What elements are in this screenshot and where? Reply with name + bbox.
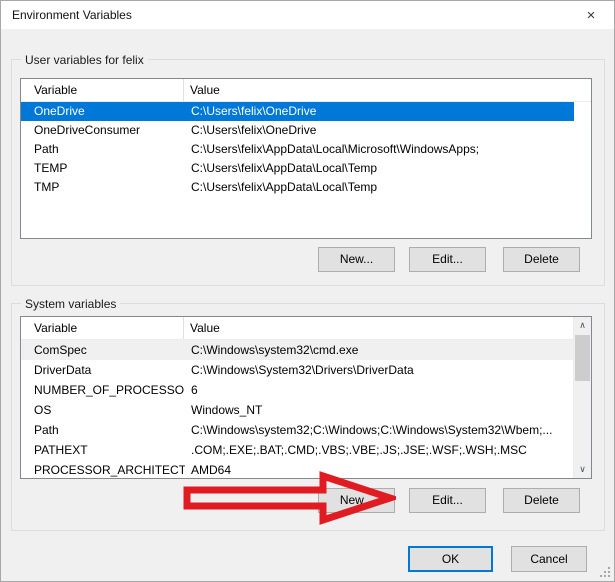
system-row-number-of-processors[interactable]: NUMBER_OF_PROCESSORS 6	[21, 380, 574, 400]
user-column-header-value[interactable]: Value	[184, 79, 591, 101]
close-icon: ×	[587, 8, 596, 23]
window-title: Environment Variables	[12, 8, 132, 22]
system-row-path[interactable]: Path C:\Windows\system32;C:\Windows;C:\W…	[21, 420, 574, 440]
close-button[interactable]: ×	[572, 1, 610, 29]
system-list-header: Variable Value	[21, 317, 591, 340]
system-row-comspec[interactable]: ComSpec C:\Windows\system32\cmd.exe	[21, 340, 574, 360]
system-row-processor-architecture[interactable]: PROCESSOR_ARCHITECTURE AMD64	[21, 460, 574, 479]
cancel-button[interactable]: Cancel	[511, 546, 587, 572]
user-row-tmp[interactable]: TMP C:\Users\felix\AppData\Local\Temp	[21, 178, 574, 197]
system-edit-button[interactable]: Edit...	[409, 488, 486, 513]
environment-variables-dialog: Environment Variables × User variables f…	[0, 0, 615, 582]
user-row-onedriveconsumer[interactable]: OneDriveConsumer C:\Users\felix\OneDrive	[21, 121, 574, 140]
user-column-header-variable[interactable]: Variable	[21, 79, 184, 101]
system-column-header-value[interactable]: Value	[184, 317, 591, 339]
system-new-button[interactable]: New...	[318, 488, 395, 513]
system-row-os[interactable]: OS Windows_NT	[21, 400, 574, 420]
titlebar: Environment Variables ×	[1, 1, 614, 29]
user-row-temp[interactable]: TEMP C:\Users\felix\AppData\Local\Temp	[21, 159, 574, 178]
system-list-scrollbar[interactable]: ∧ ∨	[573, 317, 591, 478]
ok-button[interactable]: OK	[408, 546, 493, 572]
system-column-header-variable[interactable]: Variable	[21, 317, 184, 339]
scrollbar-thumb[interactable]	[575, 335, 590, 381]
user-variables-group-label: User variables for felix	[21, 53, 148, 67]
user-variables-list[interactable]: Variable Value OneDrive C:\Users\felix\O…	[20, 78, 592, 239]
system-row-driverdata[interactable]: DriverData C:\Windows\System32\Drivers\D…	[21, 360, 574, 380]
system-variables-list[interactable]: Variable Value ComSpec C:\Windows\system…	[20, 316, 592, 479]
user-list-header: Variable Value	[21, 79, 591, 102]
scrollbar-up-icon[interactable]: ∧	[574, 317, 591, 334]
scrollbar-down-icon[interactable]: ∨	[574, 461, 591, 478]
resize-grip[interactable]	[600, 567, 610, 577]
user-row-path[interactable]: Path C:\Users\felix\AppData\Local\Micros…	[21, 140, 574, 159]
user-new-button[interactable]: New...	[318, 247, 395, 272]
system-delete-button[interactable]: Delete	[503, 488, 580, 513]
user-edit-button[interactable]: Edit...	[409, 247, 486, 272]
user-row-onedrive[interactable]: OneDrive C:\Users\felix\OneDrive	[21, 102, 574, 121]
system-row-pathext[interactable]: PATHEXT .COM;.EXE;.BAT;.CMD;.VBS;.VBE;.J…	[21, 440, 574, 460]
system-variables-group-label: System variables	[21, 297, 120, 311]
user-delete-button[interactable]: Delete	[503, 247, 580, 272]
